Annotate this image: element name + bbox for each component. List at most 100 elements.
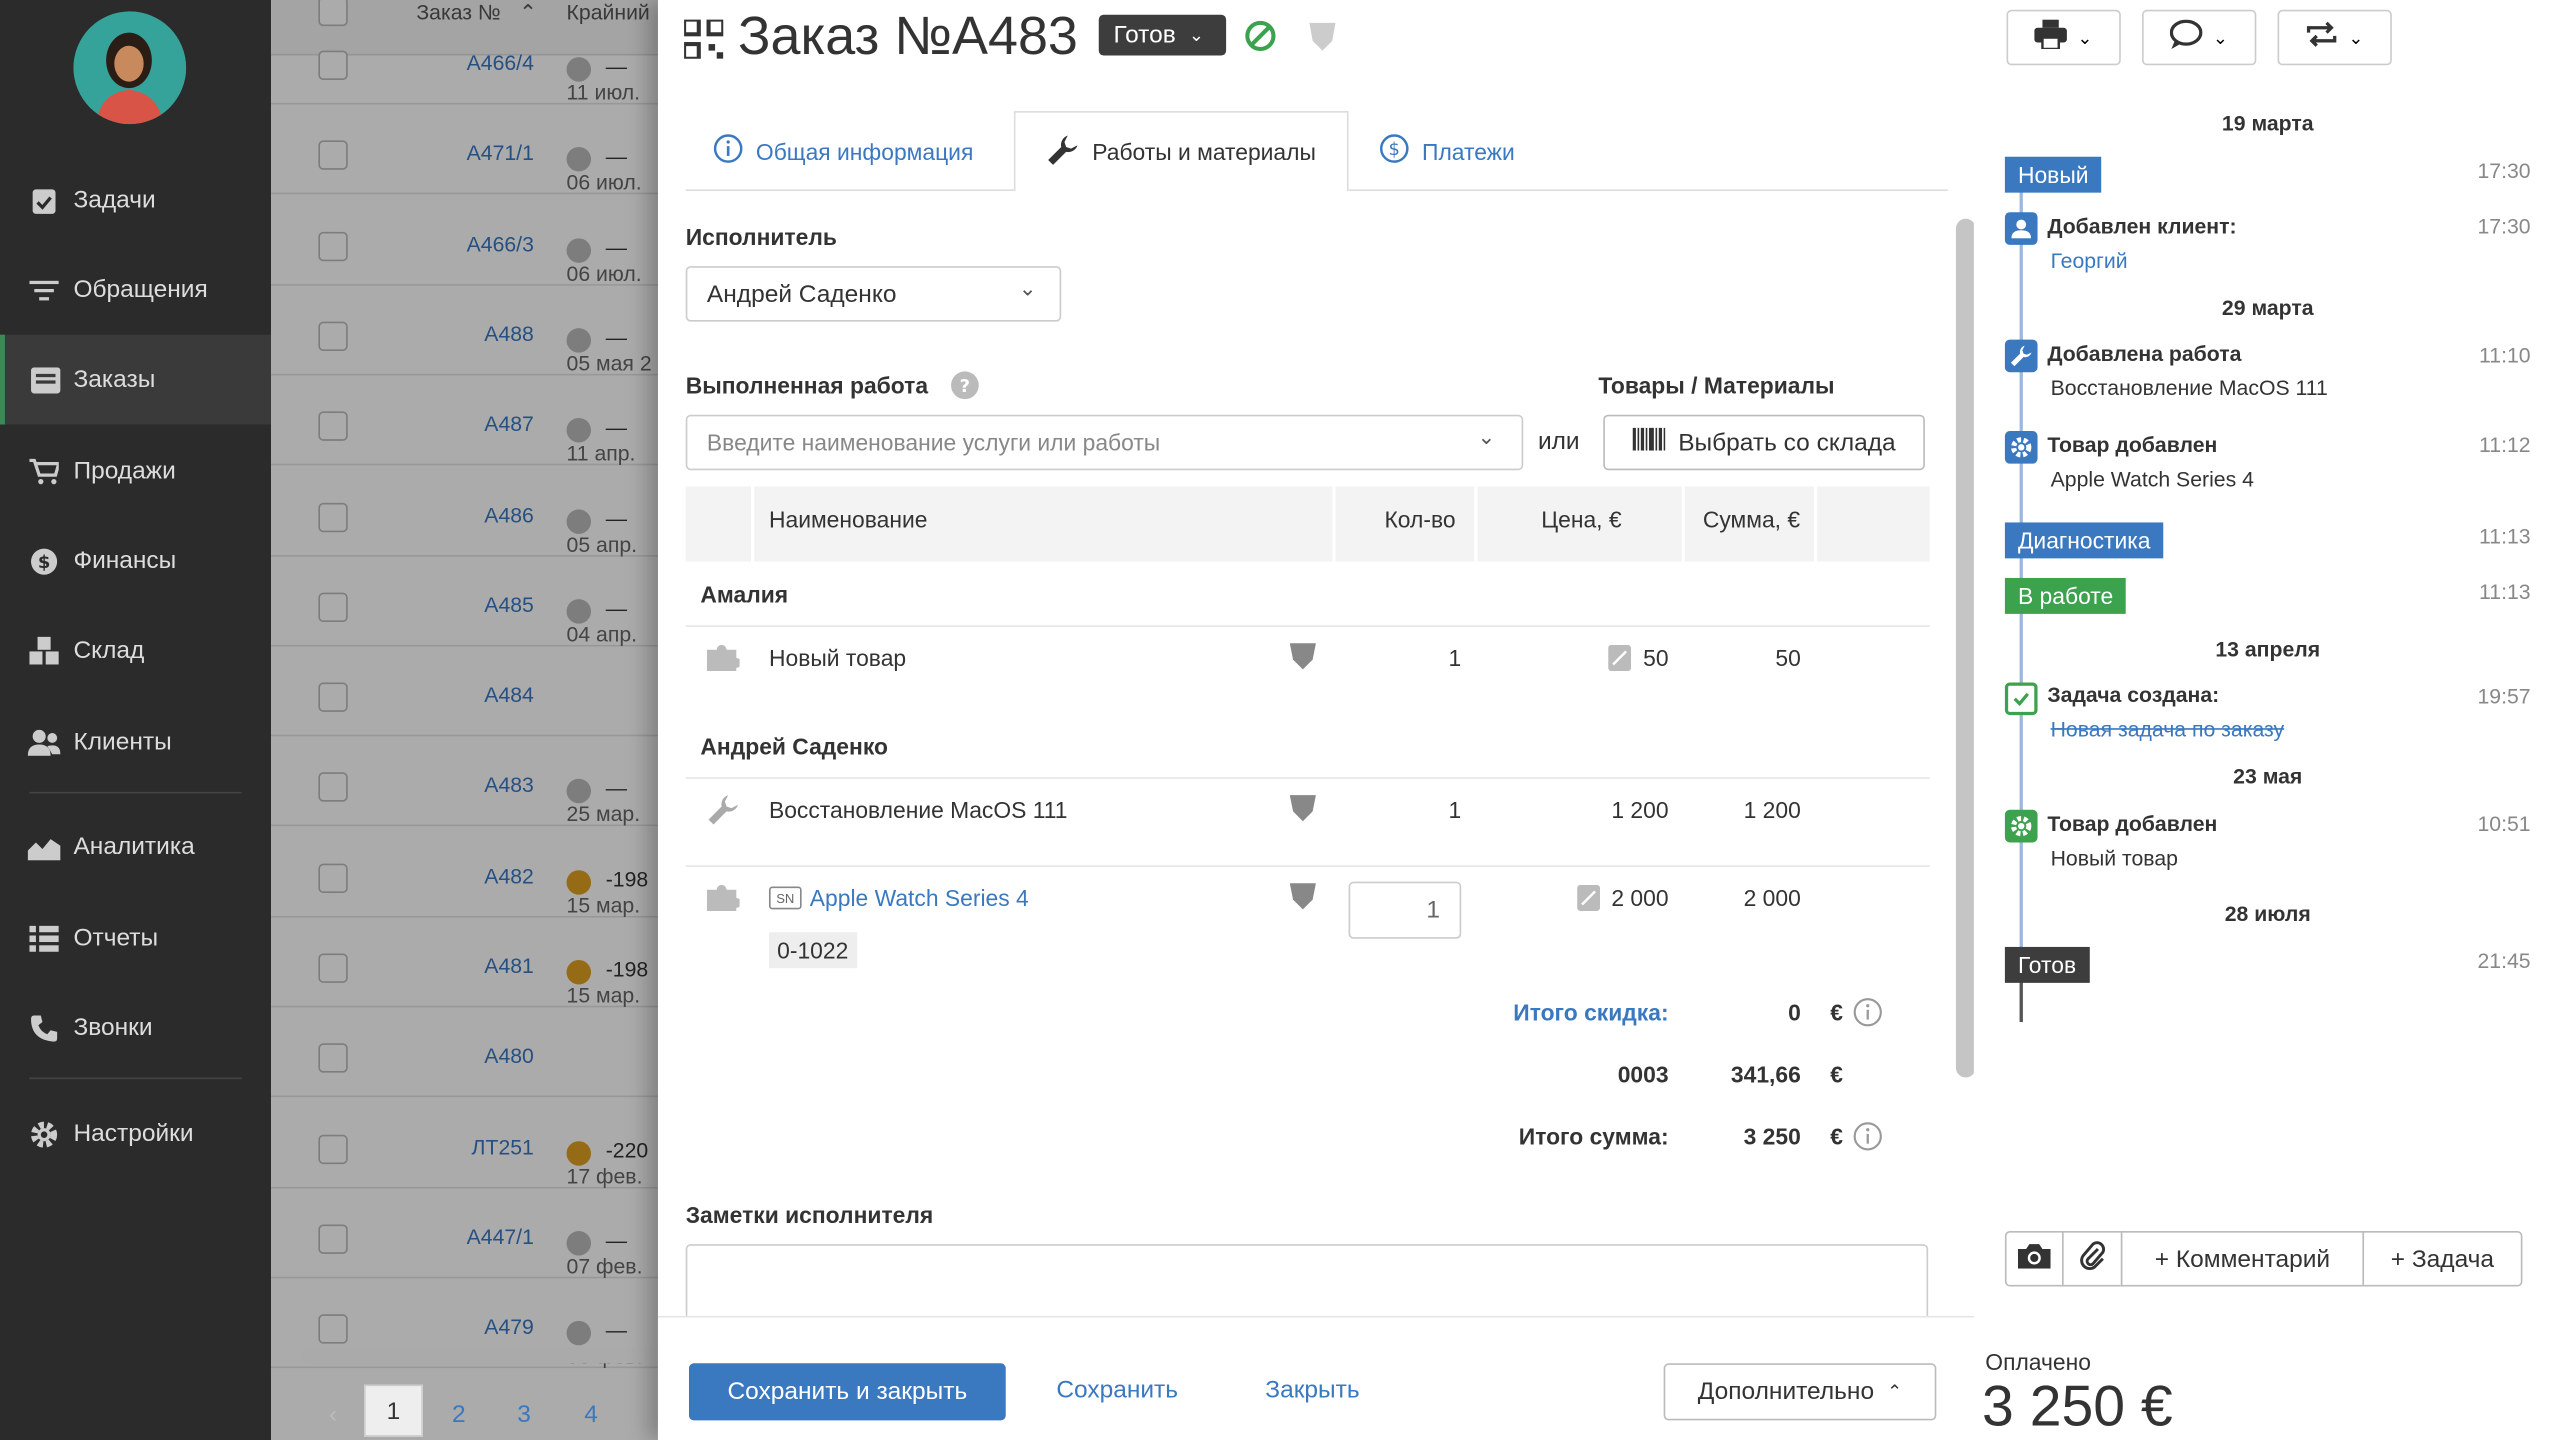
status-badge: В работе	[2004, 577, 2127, 614]
puzzle-icon	[706, 642, 742, 680]
page-2-button[interactable]: 2	[429, 1388, 488, 1440]
tab-label: Платежи	[1422, 137, 1515, 165]
sidebar-item-label: Звонки	[73, 1013, 153, 1042]
column-header-sum: Сумма, €	[1702, 506, 1801, 533]
discount-total-label[interactable]: Итого скидка:	[1437, 999, 1668, 1025]
warranty-shield-icon[interactable]	[1289, 882, 1316, 920]
sidebar-item-calls[interactable]: Звонки	[0, 983, 271, 1073]
horizontal-scrollbar[interactable]	[302, 1346, 663, 1364]
sidebar-item-label: Аналитика	[73, 832, 195, 861]
sidebar-item-label: Склад	[73, 636, 145, 665]
task-link[interactable]: Новая задача по заказу	[2051, 717, 2285, 741]
svg-text:?: ?	[960, 376, 970, 397]
help-icon[interactable]: ?	[950, 371, 979, 409]
chevron-up-icon: ⌃	[1887, 1382, 1903, 1403]
tab-payments[interactable]: $ Платежи	[1379, 111, 1515, 191]
item-sum: 1 200	[1743, 796, 1801, 823]
attach-button[interactable]	[2062, 1231, 2123, 1287]
info-circle-icon[interactable]	[1853, 1122, 1882, 1160]
sidebar-item-analytics[interactable]: Аналитика	[0, 802, 271, 892]
wrench-icon	[1047, 133, 1080, 171]
svg-text:$: $	[37, 551, 49, 572]
notes-label: Заметки исполнителя	[685, 1201, 934, 1228]
warranty-shield-icon[interactable]	[1289, 642, 1316, 680]
sidebar-item-finance[interactable]: $ Финансы	[0, 516, 271, 606]
camera-icon	[2017, 1242, 2051, 1275]
tab-general-info[interactable]: Общая информация	[713, 111, 973, 191]
save-button[interactable]: Сохранить	[1056, 1376, 1178, 1404]
more-actions-button[interactable]: Дополнительно ⌃	[1663, 1363, 1937, 1421]
column-divider	[751, 486, 755, 562]
sidebar-item-warehouse[interactable]: Склад	[0, 606, 271, 696]
task-icon	[2004, 682, 2038, 716]
goods-label: Товары / Материалы	[1598, 372, 1835, 399]
avatar[interactable]	[73, 11, 187, 125]
clipboard-check-icon	[0, 185, 73, 214]
item-qty: 1	[1448, 796, 1462, 823]
tab-label: Работы и материалы	[1092, 138, 1316, 165]
timeline-time: 11:13	[2479, 524, 2531, 549]
message-button[interactable]: ⌄	[2142, 9, 2257, 66]
currency-symbol: €	[1830, 1123, 1843, 1150]
warranty-shield-icon[interactable]	[1308, 20, 1337, 61]
qr-code-icon[interactable]	[682, 17, 726, 67]
camera-button[interactable]	[2004, 1231, 2064, 1287]
boxes-icon	[0, 635, 73, 665]
sidebar-item-label: Заказы	[73, 365, 156, 394]
executor-value: Андрей Саденко	[706, 279, 897, 308]
page-3-button[interactable]: 3	[495, 1388, 554, 1440]
sidebar-item-sales[interactable]: Продажи	[0, 426, 271, 516]
add-comment-button[interactable]: + Комментарий	[2120, 1231, 2365, 1287]
column-header-price: Цена, €	[1541, 506, 1622, 533]
sidebar-item-label: Клиенты	[73, 728, 172, 756]
item-sum: 50	[1775, 644, 1801, 672]
select-from-warehouse-button[interactable]: Выбрать со склада	[1603, 414, 1925, 471]
row-divider	[685, 625, 1930, 627]
no-entry-icon[interactable]	[1244, 20, 1277, 61]
info-circle-icon[interactable]	[1853, 998, 1882, 1036]
timeline-time: 19:57	[2477, 684, 2531, 709]
serial-number-tag[interactable]: 0-1022	[768, 932, 857, 969]
sidebar-item-reports[interactable]: Отчеты	[0, 893, 271, 983]
timeline-time: 17:30	[2477, 213, 2531, 239]
sidebar-item-appeals[interactable]: Обращения	[0, 245, 271, 335]
add-task-button[interactable]: + Задача	[2362, 1231, 2523, 1287]
save-and-close-button[interactable]: Сохранить и закрыть	[688, 1363, 1006, 1421]
warranty-shield-icon[interactable]	[1289, 793, 1316, 831]
item-price: 2 000	[1611, 884, 1669, 912]
sidebar-item-settings[interactable]: Настройки	[0, 1089, 271, 1179]
wrench-icon	[2004, 339, 2038, 373]
chevron-down-icon: ⌄	[1188, 26, 1204, 46]
chevron-down-icon: ⌄	[2212, 28, 2228, 49]
close-button[interactable]: Закрыть	[1265, 1376, 1359, 1404]
timeline-day: 29 марта	[2221, 295, 2314, 320]
tab-works-materials[interactable]: Работы и материалы	[1013, 111, 1349, 192]
modal-backdrop[interactable]	[271, 0, 663, 1440]
timeline-time: 21:45	[2477, 948, 2531, 974]
work-search-input[interactable]: Введите наименование услуги или работы ⌄	[685, 414, 1524, 471]
prev-page-button[interactable]: ‹	[304, 1388, 363, 1440]
sidebar-item-clients[interactable]: Клиенты	[0, 697, 271, 787]
print-button[interactable]: ⌄	[2006, 9, 2121, 66]
status-dropdown[interactable]: Готов ⌄	[1098, 14, 1227, 56]
item-price: 1 200	[1611, 796, 1669, 823]
timeline-event-detail: Новый товар	[2050, 845, 2178, 871]
executor-select[interactable]: Андрей Саденко ⌄	[685, 266, 1062, 322]
gear-icon	[2004, 809, 2038, 843]
page-1-button[interactable]: 1	[364, 1384, 423, 1437]
status-badge: Готов	[2004, 946, 2090, 983]
sidebar-item-orders[interactable]: Заказы	[0, 334, 272, 425]
vertical-scrollbar[interactable]	[1955, 218, 1976, 1078]
sidebar-item-label: Настройки	[73, 1119, 194, 1148]
quantity-input[interactable]: 1	[1348, 881, 1462, 939]
client-link[interactable]: Георгий	[2051, 248, 2128, 272]
item-name: Новый товар	[768, 644, 907, 672]
sidebar-item-tasks[interactable]: Задачи	[0, 155, 271, 245]
timeline-event-title: Задача создана:	[2047, 682, 2220, 707]
repeat-button[interactable]: ⌄	[2277, 9, 2392, 66]
column-divider	[1681, 486, 1685, 562]
tab-label: Общая информация	[755, 137, 974, 165]
page-4-button[interactable]: 4	[562, 1388, 621, 1440]
notes-textarea[interactable]	[685, 1244, 1929, 1326]
item-name-link[interactable]: Apple Watch Series 4	[810, 885, 1029, 911]
